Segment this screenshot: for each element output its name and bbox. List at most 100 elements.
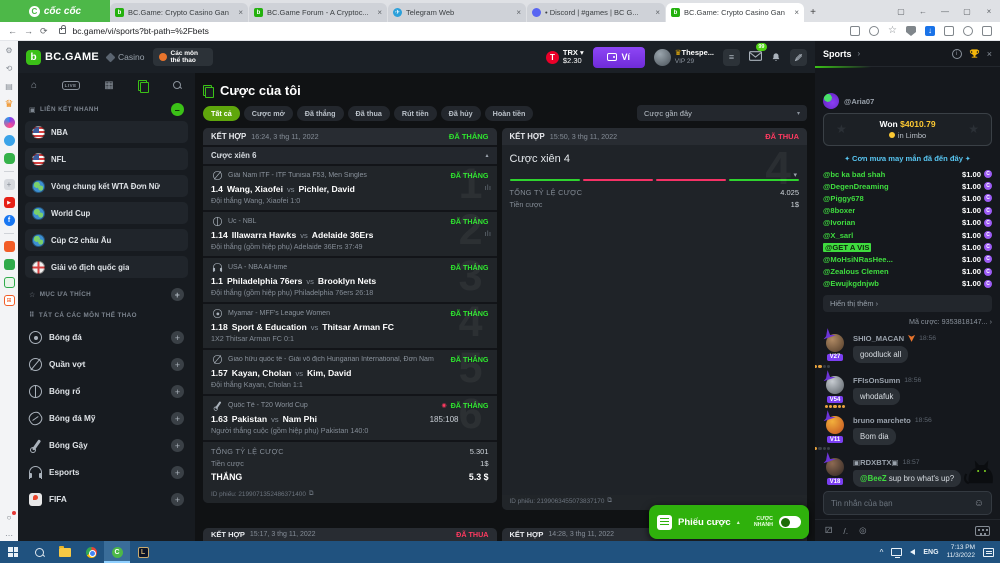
close-button[interactable]: ×	[978, 7, 1000, 16]
copy-icon[interactable]: ⧉	[309, 490, 314, 498]
filter-refund[interactable]: Hoàn tiền	[485, 106, 534, 121]
save-page-icon[interactable]	[850, 26, 860, 36]
messenger-icon[interactable]	[4, 117, 15, 128]
filter-open[interactable]: Cược mở	[244, 106, 293, 121]
more-dots-icon[interactable]: ⋯	[4, 530, 15, 541]
network-icon[interactable]	[891, 548, 902, 556]
settings-gear-icon[interactable]: ⚙	[4, 45, 15, 56]
maximize-button[interactable]: ▢	[956, 7, 978, 16]
show-more-button[interactable]: Hiển thị thêm ›	[823, 295, 992, 312]
expand-icon[interactable]: +	[171, 385, 184, 398]
browser-tab-5-active[interactable]: b BC.Game: Crypto Casino Gan ×	[666, 3, 804, 22]
tab-sports[interactable]: Sports	[823, 49, 852, 59]
expand-icon[interactable]: ▾	[793, 171, 797, 179]
browser-tab-1[interactable]: b BC.Game: Crypto Casino Gan ×	[110, 3, 248, 22]
expand-icon[interactable]: +	[171, 493, 184, 506]
inbox-button[interactable]: 99	[749, 48, 762, 66]
sidebar-sport-cricket[interactable]: Bóng Gậy +	[25, 432, 188, 459]
expand-icon[interactable]: +	[171, 412, 184, 425]
expand-icon[interactable]: +	[171, 331, 184, 344]
add-shortcut-icon[interactable]: +	[4, 179, 15, 190]
volume-icon[interactable]	[910, 549, 915, 555]
sort-select[interactable]: Cược gần đây ▾	[637, 105, 807, 121]
chat-input[interactable]	[831, 499, 974, 508]
filter-cancelled[interactable]: Đã hủy	[441, 106, 481, 121]
sidebar-item-world-cup[interactable]: World Cup	[25, 202, 188, 224]
betslip-button[interactable]: Phiếu cược ▴ CƯỢC NHANH	[649, 505, 809, 539]
coin-drop-icon[interactable]: ◎	[859, 525, 866, 536]
copy-icon[interactable]: ⧉	[607, 497, 612, 505]
facebook-icon[interactable]: f	[4, 215, 15, 226]
browser-tab-4[interactable]: • Discord | #games | BC G... ×	[527, 3, 665, 22]
sidebar-item-nba[interactable]: NBA	[25, 121, 188, 143]
sidebar-sport-esports[interactable]: Esports +	[25, 459, 188, 486]
extension-icon[interactable]	[944, 26, 954, 36]
back-capture-icon[interactable]: ←	[912, 7, 934, 16]
mention[interactable]: @BeeZ	[860, 474, 887, 483]
bet-code-link[interactable]: Mã cược: 9353818147... ›	[823, 317, 992, 326]
reload-icon[interactable]: ⟳	[40, 26, 48, 37]
bell-icon[interactable]	[771, 52, 781, 63]
fold-summary[interactable]: 4 Cược xiên 4 ▾ TỔNG TỶ LỆ CƯỢC 4.025	[502, 145, 808, 215]
add-favorite-button[interactable]: +	[171, 288, 184, 301]
expand-icon[interactable]: +	[171, 358, 184, 371]
youtube-icon[interactable]: ▶	[4, 197, 15, 208]
nav-casino[interactable]: Casino	[107, 52, 144, 62]
download-manager-icon[interactable]: ↓	[925, 26, 935, 36]
shop-green-icon[interactable]	[4, 259, 15, 270]
file-explorer-icon[interactable]	[52, 541, 78, 563]
winner-name[interactable]: @Aria07	[844, 97, 874, 106]
browser-tab-2[interactable]: b BC.Game Forum - A Cryptoc... ×	[249, 3, 387, 22]
nav-sports-active[interactable]: Các môn thể thao	[153, 48, 213, 67]
league-of-legends-icon[interactable]: L	[130, 541, 156, 563]
bet-card-partial-1[interactable]: KẾT HỢP 15:17, 3 thg 11, 2022 ĐÃ THUA	[203, 528, 497, 541]
tab-close-icon[interactable]: ×	[516, 8, 521, 17]
info-icon[interactable]: i	[952, 49, 962, 59]
adblock-shield-icon[interactable]	[906, 26, 916, 36]
avatar[interactable]	[826, 416, 844, 434]
browser-tab-3[interactable]: ✈ Telegram Web ×	[388, 3, 526, 22]
notification-bell-icon[interactable]: ○	[4, 512, 15, 523]
shop-orange-icon[interactable]	[4, 241, 15, 252]
tray-expand-icon[interactable]: ^	[880, 548, 884, 557]
sidebar-sport-basketball[interactable]: Bóng rổ +	[25, 378, 188, 405]
bookmark-star-icon[interactable]: ☆	[888, 26, 897, 36]
dice-icon[interactable]: ⚂	[825, 525, 832, 536]
collapse-icon[interactable]: ▴	[485, 152, 488, 159]
stats-icon[interactable]	[485, 185, 492, 192]
currency-selector[interactable]: T TRX ▾ $2.30	[546, 49, 584, 66]
close-icon[interactable]: ×	[987, 49, 992, 59]
quick-bet-toggle[interactable]	[779, 516, 801, 528]
forward-icon[interactable]: →	[24, 26, 33, 36]
live-icon[interactable]: LIVE	[62, 81, 80, 90]
fold-row[interactable]: Cược xiên 6 ▴	[203, 145, 497, 164]
back-icon[interactable]: ←	[8, 26, 17, 36]
sidebar-sport-football[interactable]: Bóng đá +	[25, 324, 188, 351]
sidebar-sport-fifa[interactable]: FIFA +	[25, 486, 188, 513]
collapse-quick-links-button[interactable]: –	[171, 103, 184, 116]
clock[interactable]: 7:13 PM 11/3/2022	[947, 544, 975, 560]
stats-icon[interactable]	[485, 231, 492, 238]
filter-all[interactable]: Tất cả	[203, 106, 240, 121]
expand-icon[interactable]: +	[171, 466, 184, 479]
chat-toggle-icon[interactable]	[790, 49, 807, 66]
tab-close-icon[interactable]: ×	[794, 8, 799, 17]
start-button[interactable]	[0, 541, 26, 563]
translate-icon[interactable]	[869, 26, 879, 36]
hat-shop-icon[interactable]	[4, 277, 15, 288]
transactions-icon[interactable]: ≡	[723, 49, 740, 66]
language-indicator[interactable]: ENG	[923, 549, 938, 556]
crown-icon[interactable]: ♛	[4, 99, 15, 110]
avatar[interactable]	[826, 376, 844, 394]
home-icon[interactable]: ⌂	[31, 80, 37, 91]
avatar[interactable]	[826, 458, 844, 476]
sidebar-sport-american-football[interactable]: Bóng đá Mỹ +	[25, 405, 188, 432]
coccoc-taskbar-icon[interactable]: C	[104, 541, 130, 563]
filter-lost[interactable]: Đã thua	[348, 106, 390, 121]
sidebar-toggle-icon[interactable]: ▢	[890, 7, 912, 16]
cart-icon[interactable]: ⊞	[4, 295, 15, 306]
trophy-icon[interactable]	[969, 48, 980, 59]
chrome-icon[interactable]	[78, 541, 104, 563]
sidebar-item-europa-cup[interactable]: Cúp C2 châu Âu	[25, 229, 188, 251]
sidebar-item-nfl[interactable]: NFL	[25, 148, 188, 170]
